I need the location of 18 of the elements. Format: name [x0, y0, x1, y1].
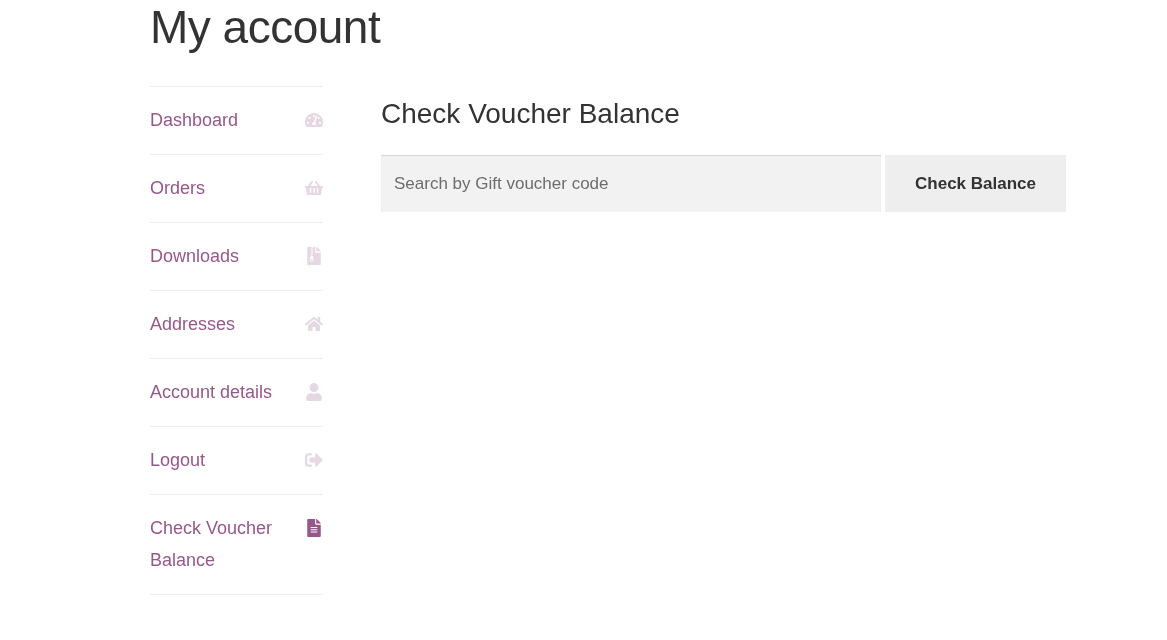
account-nav-link[interactable]: Addresses: [150, 291, 323, 358]
page-title: My account: [150, 0, 382, 54]
account-nav-link[interactable]: Account details: [150, 359, 323, 426]
check-balance-button[interactable]: Check Balance: [885, 155, 1066, 212]
gauge-icon: [305, 111, 323, 129]
document-icon: [305, 519, 323, 537]
section-heading: Check Voucher Balance: [381, 97, 681, 131]
zip-file-icon: [305, 247, 323, 265]
account-nav-link[interactable]: Check Voucher Balance: [150, 495, 323, 594]
voucher-search-field[interactable]: Search by Gift voucher code: [381, 155, 881, 212]
house-icon: [305, 315, 323, 333]
account-nav-link[interactable]: Downloads: [150, 223, 323, 290]
exit-arrow-icon: [305, 451, 323, 469]
account-nav-link[interactable]: Dashboard: [150, 87, 323, 154]
user-icon: [305, 383, 323, 401]
account-nav-link[interactable]: Orders: [150, 155, 323, 222]
account-nav-link[interactable]: Logout: [150, 427, 323, 494]
basket-icon: [305, 179, 323, 197]
